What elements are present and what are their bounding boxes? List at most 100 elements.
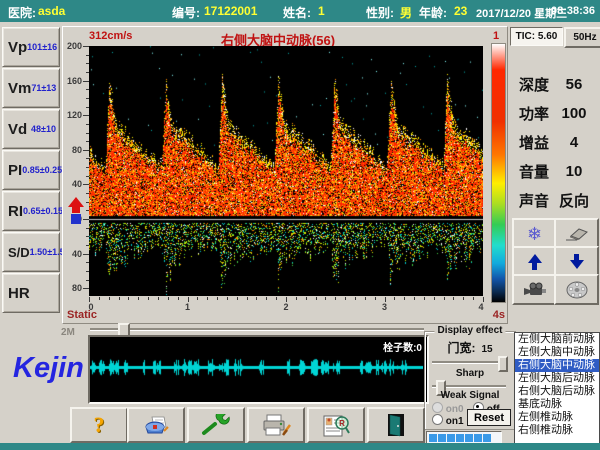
save-case-icon: [142, 413, 170, 437]
artery-item[interactable]: 左侧大脑前动脉: [515, 333, 599, 346]
x-tick: [256, 297, 257, 300]
param-vd[interactable]: Vd 48±10: [2, 109, 60, 149]
power-value: 100: [554, 105, 594, 122]
param-hr-label: HR: [8, 285, 30, 302]
y-tick-label: 40: [62, 179, 82, 189]
baseline-marker[interactable]: [68, 197, 84, 224]
x-tick: [128, 297, 129, 300]
patient-id-value: 17122001: [204, 4, 257, 18]
radio-on1-label: on1: [446, 416, 464, 427]
x-tick: [404, 297, 405, 300]
parameter-sidebar: Vp 101±16 Vm 71±13 Vd 48±10 PI 0.85±0.25…: [2, 27, 60, 313]
param-sd[interactable]: S/D 1.50±1.50: [2, 232, 60, 272]
artery-item[interactable]: 基底动脉: [515, 398, 599, 411]
depth-row: 深度 56: [508, 70, 598, 98]
scroll-down-button[interactable]: [554, 246, 599, 277]
sharp-slider[interactable]: [432, 385, 506, 388]
param-vp[interactable]: Vp 101±16: [2, 27, 60, 67]
power-label: 功率: [519, 103, 549, 124]
param-vm-value: 71±13: [31, 83, 56, 93]
param-vp-value: 101±16: [27, 42, 57, 52]
progress-segment: [456, 434, 464, 442]
patient-name-value: 1: [318, 4, 325, 18]
progress-segment: [429, 434, 437, 442]
gender-value: 男: [400, 4, 412, 21]
x-tick: [463, 297, 464, 300]
gender-label: 性别:: [366, 4, 394, 21]
titlebar: 医院: asda 编号: 17122001 姓名: 1 性别: 男 年龄: 23…: [0, 0, 600, 22]
display-effect-panel: Display effect 门宽:15 Sharp Weak Signal o…: [424, 331, 516, 430]
artery-item[interactable]: 左侧椎动脉: [515, 411, 599, 424]
doppler-spectrum-display: [89, 46, 483, 296]
progress-segment: [474, 434, 482, 442]
freeze-button[interactable]: ❄: [512, 218, 557, 249]
patient-id-label: 编号:: [172, 4, 200, 21]
artery-item-selected[interactable]: 右侧大脑中动脉: [515, 359, 599, 372]
depth-label: 深度: [519, 74, 549, 95]
x-tick: [316, 297, 317, 300]
x-tick-label: 4: [478, 302, 483, 312]
x-tick: [365, 297, 366, 300]
param-pi[interactable]: PI 0.85±0.25: [2, 150, 60, 190]
param-vm[interactable]: Vm 71±13: [2, 68, 60, 108]
save-case-button[interactable]: [127, 407, 185, 443]
x-tick: [375, 297, 376, 300]
x-tick-label: 2: [283, 302, 288, 312]
param-vd-value: 48±10: [31, 124, 56, 134]
frequency-button[interactable]: 50Hz: [564, 27, 600, 48]
progress-segment: [465, 434, 473, 442]
x-tick: [414, 297, 415, 300]
gate-width-row: 门宽:15: [425, 339, 515, 356]
x-tick: [227, 297, 228, 300]
radio-on1[interactable]: on1: [432, 414, 464, 427]
tools-button[interactable]: [187, 407, 245, 443]
x-tick-label: 1: [185, 302, 190, 312]
question-mark-icon: ?: [94, 412, 105, 438]
x-tick: [207, 297, 208, 300]
baseline-square-icon: [71, 214, 81, 224]
x-tick: [355, 297, 356, 300]
artery-listbox: 左侧大脑前动脉 左侧大脑中动脉 右侧大脑中动脉 左侧大脑后动脉 右侧大脑后动脉 …: [514, 332, 600, 444]
artery-item[interactable]: 左侧大脑中动脉: [515, 346, 599, 359]
artery-item[interactable]: 左侧大脑后动脉: [515, 372, 599, 385]
report-card-icon: R: [321, 412, 351, 438]
x-tick: [99, 297, 100, 300]
depth-value: 56: [554, 76, 594, 93]
erase-button[interactable]: [554, 218, 599, 249]
film-reel-icon: [565, 280, 589, 300]
x-tick: [296, 297, 297, 300]
print-button[interactable]: [247, 407, 305, 443]
help-button[interactable]: ?: [70, 407, 128, 443]
x-tick-label: 3: [382, 302, 387, 312]
param-sd-label: S/D: [8, 245, 30, 260]
x-tick: [394, 297, 395, 300]
x-tick: [109, 297, 110, 300]
x-tick: [444, 297, 445, 300]
progress-segment: [447, 434, 455, 442]
scroll-up-button[interactable]: [512, 246, 557, 277]
time-scroll-slider[interactable]: [90, 328, 424, 331]
artery-item[interactable]: 右侧大脑后动脉: [515, 385, 599, 398]
exit-button[interactable]: [367, 407, 425, 443]
param-hr[interactable]: HR: [2, 273, 60, 313]
param-ri[interactable]: RI 0.65±0.15: [2, 191, 60, 231]
gate-width-slider[interactable]: [432, 361, 506, 364]
gate-width-value: 15: [481, 344, 492, 355]
y-tick-label: 80: [62, 283, 82, 293]
artery-item[interactable]: 右侧椎动脉: [515, 424, 599, 437]
reset-button[interactable]: Reset: [467, 409, 511, 426]
x-tick: [434, 297, 435, 300]
video-camera-icon: [522, 282, 548, 298]
radio-on0-icon: [432, 402, 443, 413]
gain-value: 4: [554, 134, 594, 151]
y-tick-label: 160: [62, 76, 82, 86]
replay-button[interactable]: [554, 274, 599, 305]
age-label: 年龄:: [419, 4, 447, 21]
duration-label: 4s: [493, 309, 505, 321]
svg-text:R: R: [339, 419, 345, 428]
record-button[interactable]: [512, 274, 557, 305]
param-ri-value: 0.65±0.15: [23, 206, 63, 216]
report-button[interactable]: R: [307, 407, 365, 443]
emboli-count-label: 栓子数:0: [383, 339, 422, 354]
exit-door-icon: [386, 412, 406, 438]
